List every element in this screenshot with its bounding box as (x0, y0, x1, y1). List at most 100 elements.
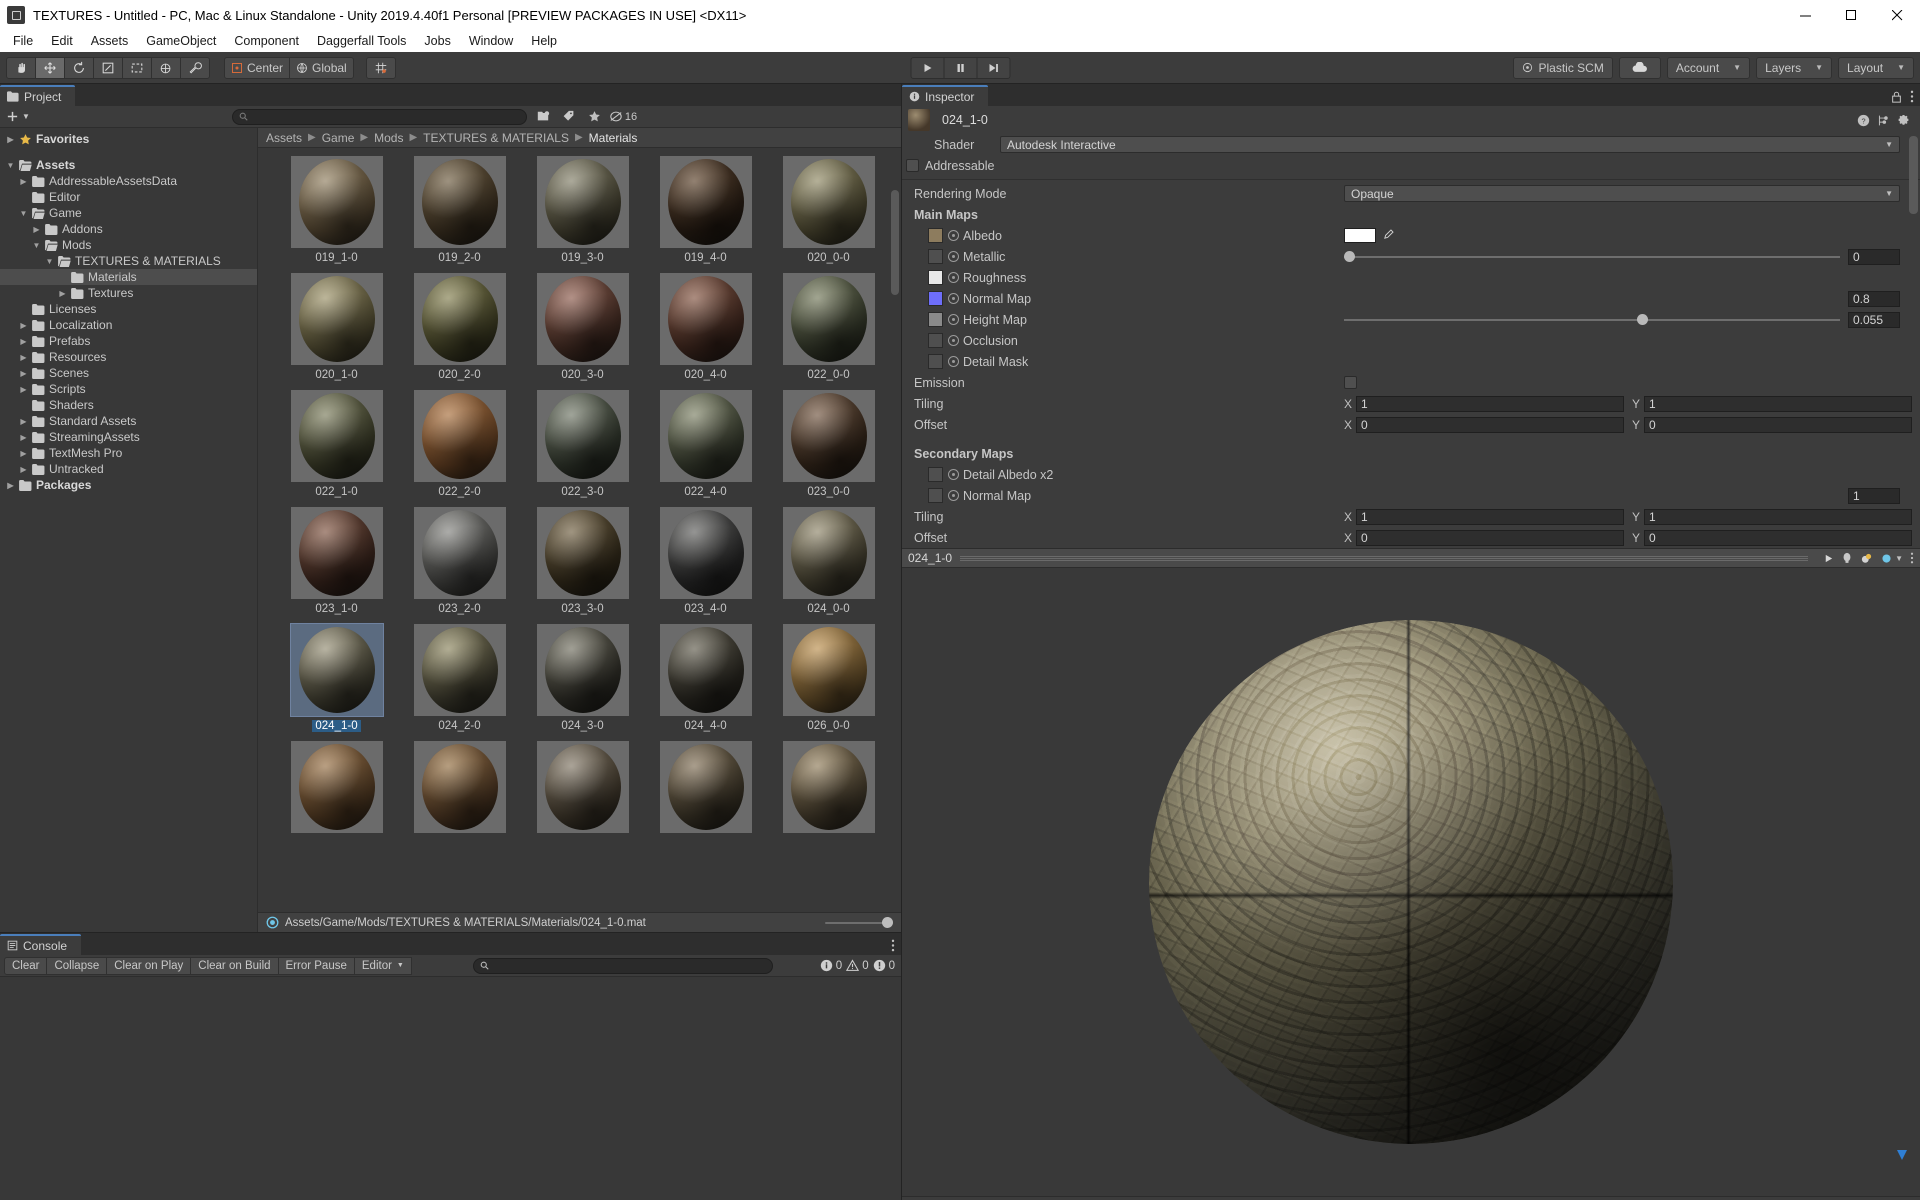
map-value-field[interactable]: 0 (1848, 248, 1900, 265)
tree-item-localization[interactable]: ▶ Localization (0, 317, 257, 333)
menu-component[interactable]: Component (225, 32, 308, 50)
asset-grid-item[interactable] (521, 741, 644, 837)
main-tiling-x[interactable]: 1 (1356, 395, 1624, 412)
material-preview[interactable] (902, 568, 1920, 1196)
chevron-right-icon[interactable]: ▶ (17, 465, 30, 474)
breadcrumb-item[interactable]: Mods (374, 131, 403, 145)
thumbnail-zoom-slider[interactable] (825, 916, 893, 930)
chevron-right-icon[interactable]: ▶ (56, 289, 69, 298)
asset-grid-item[interactable]: 020_2-0 (398, 273, 521, 381)
favorite-star-icon[interactable] (583, 107, 607, 127)
collapse-arrow-icon[interactable] (1894, 1147, 1910, 1166)
texture-slot-thumbnail[interactable] (928, 291, 943, 306)
step-icon[interactable] (976, 56, 1011, 79)
map-slider[interactable] (1344, 249, 1840, 265)
warning-counter[interactable]: 0 (846, 959, 869, 972)
tree-item-editor[interactable]: ▶Editor (0, 189, 257, 205)
console-log-list[interactable] (0, 977, 901, 1200)
console-tab-options[interactable] (891, 939, 895, 952)
asset-grid-item[interactable]: 024_0-0 (767, 507, 890, 615)
target-select-icon[interactable] (948, 490, 959, 501)
transform-tool-icon[interactable] (151, 56, 181, 79)
chevron-right-icon[interactable]: ▶ (17, 369, 30, 378)
tab-inspector[interactable]: Inspector (902, 85, 989, 106)
asset-grid-item[interactable]: 022_3-0 (521, 390, 644, 498)
layers-button[interactable]: Layers ▼ (1756, 56, 1833, 79)
main-tiling-y[interactable]: 1 (1644, 395, 1912, 412)
tree-item-scripts[interactable]: ▶ Scripts (0, 381, 257, 397)
texture-slot-thumbnail[interactable] (928, 333, 943, 348)
main-offset-x[interactable]: 0 (1356, 416, 1624, 433)
create-asset-button[interactable]: ▼ (0, 110, 36, 123)
asset-grid-item[interactable]: 023_4-0 (644, 507, 767, 615)
menu-help[interactable]: Help (522, 32, 566, 50)
tree-item-addressableassetsdata[interactable]: ▶ AddressableAssetsData (0, 173, 257, 189)
target-select-icon[interactable] (948, 356, 959, 367)
tree-item-untracked[interactable]: ▶ Untracked (0, 461, 257, 477)
asset-grid-item[interactable]: 023_1-0 (275, 507, 398, 615)
project-search-input[interactable] (251, 110, 520, 123)
chevron-right-icon[interactable]: ▶ (17, 321, 30, 330)
tree-item-materials[interactable]: ▶Materials (0, 269, 257, 285)
gear-icon[interactable] (1897, 114, 1910, 127)
tree-item-mods[interactable]: ▼ Mods (0, 237, 257, 253)
layout-button[interactable]: Layout ▼ (1838, 56, 1914, 79)
tab-console[interactable]: Console (0, 934, 82, 955)
lighting-icon[interactable] (1841, 552, 1853, 564)
tree-item-addons[interactable]: ▶ Addons (0, 221, 257, 237)
main-offset-y[interactable]: 0 (1644, 416, 1912, 433)
asset-grid-item[interactable] (398, 741, 521, 837)
preview-resize-grip[interactable] (960, 557, 1809, 559)
color-swatch[interactable] (1344, 228, 1376, 243)
breadcrumb-item[interactable]: TEXTURES & MATERIALS (423, 131, 569, 145)
asset-grid-item[interactable] (275, 741, 398, 837)
asset-grid-item[interactable]: 024_1-0 (275, 623, 398, 732)
maximize-icon[interactable] (1828, 0, 1874, 30)
asset-grid-item[interactable]: 024_2-0 (398, 624, 521, 732)
tree-item-textmesh-pro[interactable]: ▶ TextMesh Pro (0, 445, 257, 461)
secondary-offset-x[interactable]: 0 (1356, 529, 1624, 546)
map-value-field[interactable]: 0.055 (1848, 311, 1900, 328)
info-counter[interactable]: 0 (820, 959, 842, 972)
asset-grid-item[interactable]: 020_0-0 (767, 156, 890, 264)
asset-grid-item[interactable] (767, 741, 890, 837)
chevron-right-icon[interactable]: ▶ (17, 337, 30, 346)
collapse-button[interactable]: Collapse (46, 956, 108, 975)
chevron-right-icon[interactable]: ▶ (17, 433, 30, 442)
filter-by-type-icon[interactable] (531, 107, 555, 127)
play-preview-icon[interactable] (1823, 553, 1834, 564)
chevron-down-icon[interactable]: ▼ (43, 257, 56, 266)
map-value-field[interactable]: 1 (1848, 487, 1900, 504)
chevron-down-icon[interactable]: ▼ (17, 209, 30, 218)
close-icon[interactable] (1874, 0, 1920, 30)
target-select-icon[interactable] (948, 272, 959, 283)
menu-file[interactable]: File (4, 32, 42, 50)
pivot-center-button[interactable]: Center (224, 56, 291, 79)
tree-item-licenses[interactable]: ▶Licenses (0, 301, 257, 317)
asset-grid-item[interactable]: 019_1-0 (275, 156, 398, 264)
texture-slot-thumbnail[interactable] (928, 354, 943, 369)
clear-on-play-button[interactable]: Clear on Play (106, 956, 192, 975)
asset-grid-item[interactable]: 022_0-0 (767, 273, 890, 381)
handle-global-button[interactable]: Global (289, 56, 354, 79)
rendering-mode-dropdown[interactable]: Opaque ▼ (1344, 185, 1900, 202)
env-icon[interactable]: ▼ (1880, 552, 1903, 565)
asset-grid-item[interactable]: 020_1-0 (275, 273, 398, 381)
texture-slot-thumbnail[interactable] (928, 312, 943, 327)
preset-icon[interactable] (1877, 114, 1890, 127)
texture-slot-thumbnail[interactable] (928, 270, 943, 285)
breadcrumb-item[interactable]: Assets (266, 131, 302, 145)
account-button[interactable]: Account ▼ (1666, 56, 1751, 79)
tree-item-textures-materials[interactable]: ▼ TEXTURES & MATERIALS (0, 253, 257, 269)
chevron-down-icon[interactable]: ▼ (30, 241, 43, 250)
texture-slot-thumbnail[interactable] (928, 249, 943, 264)
asset-grid-item[interactable]: 020_3-0 (521, 273, 644, 381)
play-icon[interactable] (910, 56, 945, 79)
target-select-icon[interactable] (948, 251, 959, 262)
console-search-input[interactable] (492, 959, 766, 972)
secondary-tiling-y[interactable]: 1 (1644, 508, 1912, 525)
material-icon[interactable] (1860, 552, 1873, 565)
menu-daggerfall-tools[interactable]: Daggerfall Tools (308, 32, 415, 50)
pause-icon[interactable] (943, 56, 978, 79)
kebab-menu-icon[interactable] (1910, 552, 1914, 564)
